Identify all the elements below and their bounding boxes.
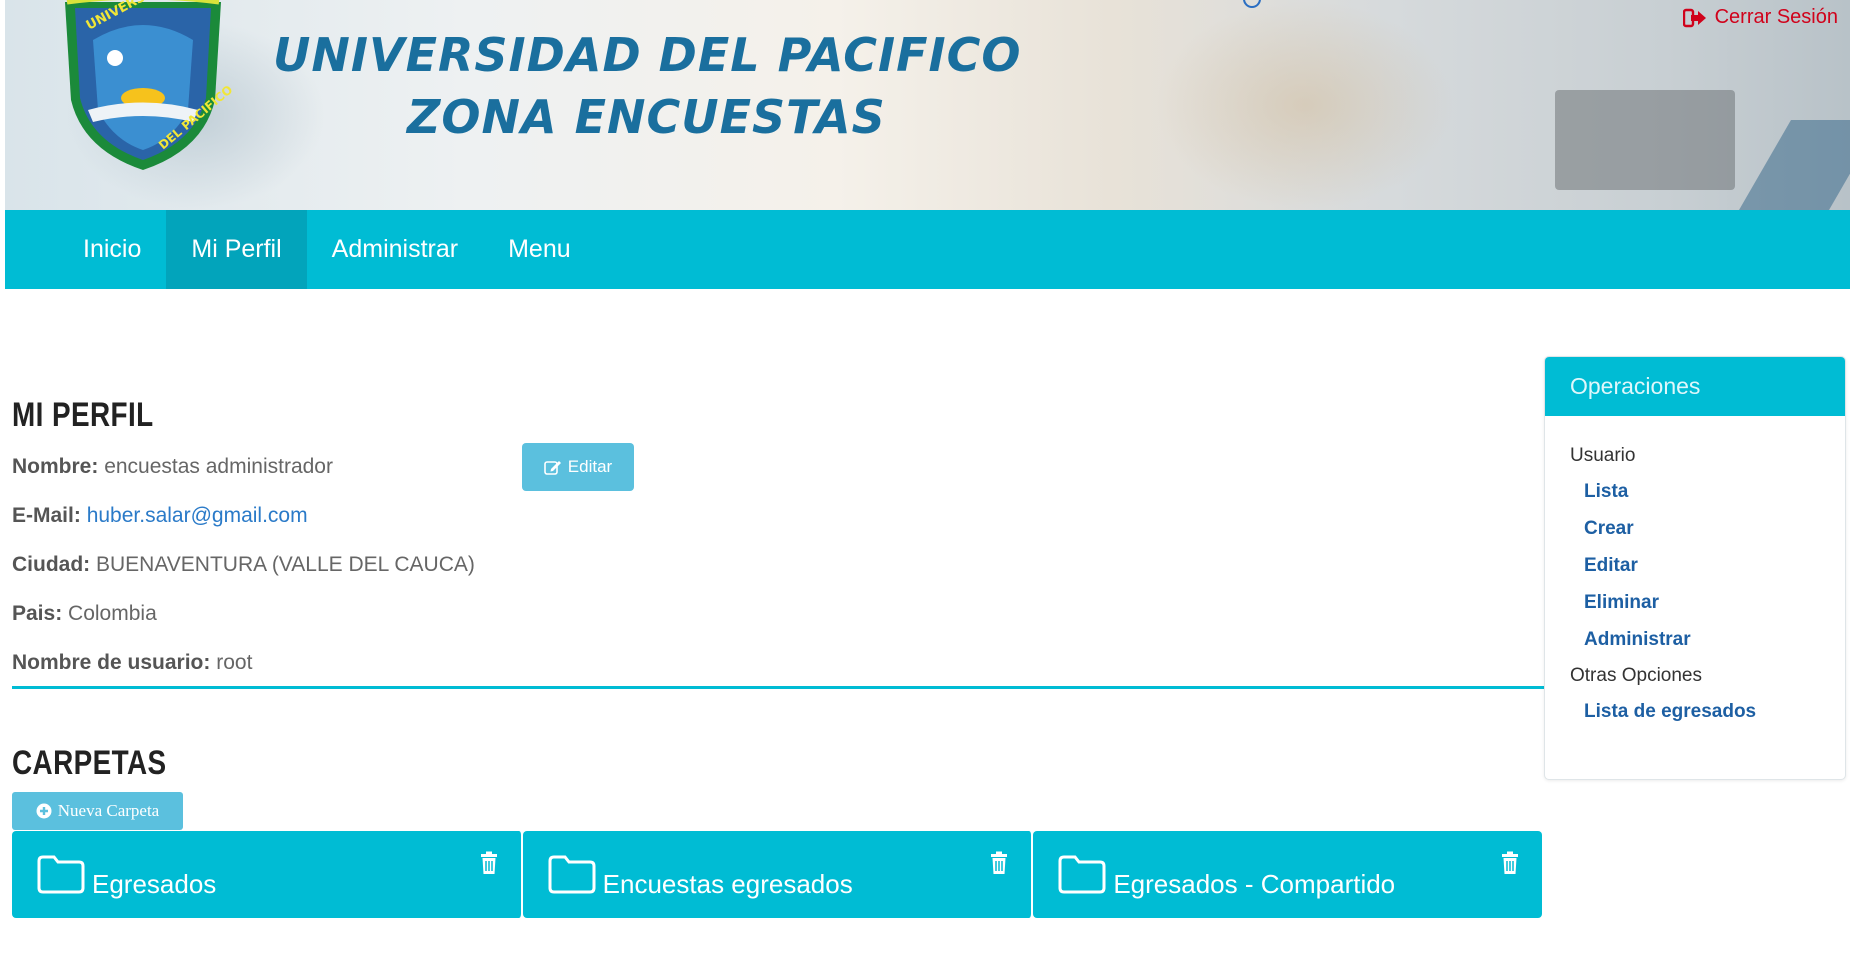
nav-item-mi-perfil[interactable]: Mi Perfil: [166, 210, 307, 289]
op-link-eliminar[interactable]: Eliminar: [1584, 592, 1659, 614]
folder-list: Egresados Encuestas egresados Egresados …: [12, 831, 1543, 918]
field-label: Ciudad:: [12, 553, 91, 576]
sign-out-icon: [1682, 8, 1706, 27]
folder-card[interactable]: Egresados: [12, 831, 523, 918]
folder-card[interactable]: Egresados - Compartido: [1033, 831, 1543, 918]
operations-panel: Operaciones Usuario Lista Crear Editar E…: [1544, 356, 1846, 780]
field-label: Nombre de usuario:: [12, 651, 211, 674]
logout-link[interactable]: Cerrar Sesión: [1682, 6, 1838, 29]
trash-icon[interactable]: [1500, 851, 1520, 875]
folder-icon: [37, 855, 85, 894]
email-link[interactable]: huber.salar@gmail.com: [87, 504, 308, 527]
profile-field-nombre: Nombre: encuestas administrador: [12, 455, 333, 479]
edit-icon: [543, 461, 561, 475]
university-logo: UNIVERSIDAD DEL PACIFICO: [65, 0, 233, 170]
profile-field-usuario: Nombre de usuario: root: [12, 651, 252, 675]
new-folder-button[interactable]: Nueva Carpeta: [12, 792, 183, 830]
op-link-administrar[interactable]: Administrar: [1584, 629, 1691, 651]
new-folder-label: Nueva Carpeta: [57, 801, 160, 820]
op-link-crear[interactable]: Crear: [1584, 518, 1634, 540]
trash-icon[interactable]: [479, 851, 499, 875]
group-otras-opciones: Otras Opciones: [1570, 665, 1702, 686]
op-link-editar[interactable]: Editar: [1584, 555, 1638, 577]
trash-icon[interactable]: [989, 851, 1009, 875]
folder-name: Encuestas egresados: [602, 869, 853, 899]
field-label: Pais:: [12, 602, 63, 625]
section-divider: [12, 686, 1544, 689]
folder-card[interactable]: Encuestas egresados: [522, 831, 1034, 918]
field-label: Nombre:: [12, 455, 99, 478]
folder-name: Egresados - Compartido: [1113, 869, 1396, 899]
nav-item-menu[interactable]: Menu: [483, 210, 596, 289]
profile-field-email: E-Mail: huber.salar@gmail.com: [12, 504, 308, 528]
main-navbar: Inicio Mi Perfil Administrar Menu: [5, 210, 1850, 289]
profile-heading: MI PERFIL: [12, 396, 154, 434]
edit-profile-button[interactable]: Editar: [522, 443, 634, 491]
plus-circle-icon: [36, 803, 52, 819]
profile-field-ciudad: Ciudad: BUENAVENTURA (VALLE DEL CAUCA): [12, 553, 475, 577]
nav-item-administrar[interactable]: Administrar: [307, 210, 483, 289]
profile-field-pais: Pais: Colombia: [12, 602, 157, 626]
logout-label: Cerrar Sesión: [1714, 6, 1838, 28]
folders-heading: CARPETAS: [12, 744, 167, 782]
folder-name: Egresados: [92, 869, 217, 899]
op-link-lista-egresados[interactable]: Lista de egresados: [1584, 701, 1756, 723]
nav-item-inicio[interactable]: Inicio: [58, 210, 166, 289]
group-usuario: Usuario: [1570, 445, 1636, 466]
site-title-line1: UNIVERSIDAD DEL PACIFICO: [273, 28, 1022, 82]
header-banner: UNIVERSIDAD DEL PACIFICO UNIVERSIDAD DEL…: [5, 0, 1850, 210]
field-value: BUENAVENTURA (VALLE DEL CAUCA): [96, 553, 475, 576]
op-link-lista[interactable]: Lista: [1584, 481, 1628, 503]
field-value: Colombia: [68, 602, 157, 625]
field-label: E-Mail:: [12, 504, 81, 527]
field-value: encuestas administrador: [104, 455, 333, 478]
folder-icon: [1058, 855, 1106, 894]
field-value: root: [216, 651, 253, 674]
operations-title: Operaciones: [1545, 357, 1845, 416]
site-title-line2: ZONA ENCUESTAS: [407, 90, 886, 144]
edit-label: Editar: [567, 457, 613, 476]
folder-icon: [548, 855, 596, 894]
